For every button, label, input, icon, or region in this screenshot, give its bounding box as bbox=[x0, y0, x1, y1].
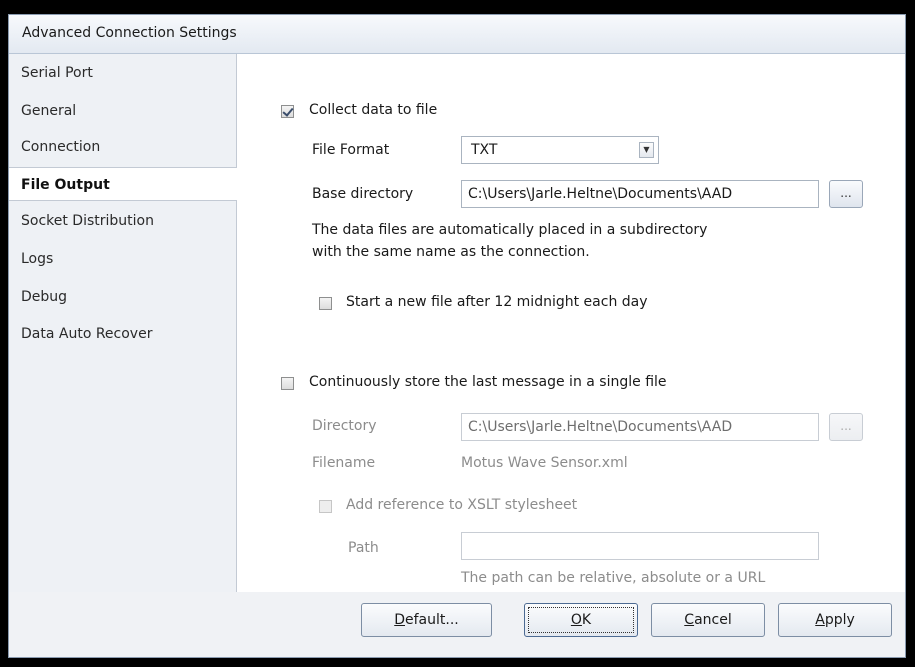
apply-button[interactable]: Apply bbox=[778, 603, 892, 637]
cancel-button[interactable]: Cancel bbox=[651, 603, 765, 637]
default-button[interactable]: Default... bbox=[361, 603, 492, 637]
directory-label: Directory bbox=[312, 418, 377, 434]
info-text-line-2: with the same name as the connection. bbox=[312, 244, 590, 260]
sidebar-item-serial-port[interactable]: Serial Port bbox=[9, 56, 236, 90]
dialog-title: Advanced Connection Settings bbox=[22, 25, 237, 41]
advanced-connection-settings-dialog: Advanced Connection Settings Serial Port… bbox=[8, 14, 906, 658]
directory-browse-button[interactable]: ... bbox=[829, 413, 863, 441]
ok-button[interactable]: OK bbox=[524, 603, 638, 637]
sidebar-item-data-auto-recover[interactable]: Data Auto Recover bbox=[9, 317, 236, 351]
sidebar-item-socket-distribution[interactable]: Socket Distribution bbox=[9, 204, 236, 238]
filename-label: Filename bbox=[312, 455, 376, 471]
base-directory-label: Base directory bbox=[312, 186, 414, 202]
filename-value: Motus Wave Sensor.xml bbox=[461, 455, 628, 471]
collect-data-checkbox[interactable] bbox=[281, 105, 294, 118]
title-bar: Advanced Connection Settings bbox=[9, 15, 905, 54]
file-format-select[interactable]: TXT ▼ bbox=[461, 136, 659, 164]
cancel-button-label: ancel bbox=[694, 612, 732, 628]
sidebar-item-general[interactable]: General bbox=[9, 94, 236, 128]
sidebar-item-connection[interactable]: Connection bbox=[9, 130, 236, 164]
xslt-reference-label: Add reference to XSLT stylesheet bbox=[346, 497, 578, 513]
path-hint: The path can be relative, absolute or a … bbox=[461, 570, 766, 586]
apply-hotkey: A bbox=[815, 612, 825, 628]
continuous-store-label: Continuously store the last message in a… bbox=[309, 374, 667, 390]
base-directory-browse-button[interactable]: ... bbox=[829, 180, 863, 208]
cancel-hotkey: C bbox=[684, 612, 695, 628]
file-format-label: File Format bbox=[312, 142, 390, 158]
settings-sidebar: Serial Port General Connection File Outp… bbox=[9, 54, 238, 592]
path-input[interactable] bbox=[461, 532, 819, 560]
new-file-midnight-label: Start a new file after 12 midnight each … bbox=[346, 294, 648, 310]
sidebar-item-file-output[interactable]: File Output bbox=[9, 167, 238, 201]
sidebar-item-debug[interactable]: Debug bbox=[9, 280, 236, 314]
file-format-value: TXT bbox=[471, 142, 498, 158]
directory-input[interactable]: C:\Users\Jarle.Heltne\Documents\AAD bbox=[461, 413, 819, 441]
file-output-panel: Collect data to file File Format TXT ▼ B… bbox=[237, 54, 905, 592]
sidebar-item-logs[interactable]: Logs bbox=[9, 242, 236, 276]
ok-hotkey: O bbox=[570, 612, 582, 628]
ok-button-label: K bbox=[581, 612, 592, 628]
continuous-store-checkbox[interactable] bbox=[281, 377, 294, 390]
apply-button-label: pply bbox=[824, 612, 855, 628]
collect-data-label: Collect data to file bbox=[309, 102, 438, 118]
default-hotkey: D bbox=[394, 612, 406, 628]
info-text-line-1: The data files are automatically placed … bbox=[312, 222, 708, 238]
default-button-label: efault... bbox=[405, 612, 459, 628]
chevron-down-icon[interactable]: ▼ bbox=[639, 142, 654, 158]
base-directory-input[interactable]: C:\Users\Jarle.Heltne\Documents\AAD bbox=[461, 180, 819, 208]
path-label: Path bbox=[348, 540, 379, 556]
new-file-midnight-checkbox[interactable] bbox=[319, 297, 332, 310]
xslt-reference-checkbox[interactable] bbox=[319, 500, 332, 513]
